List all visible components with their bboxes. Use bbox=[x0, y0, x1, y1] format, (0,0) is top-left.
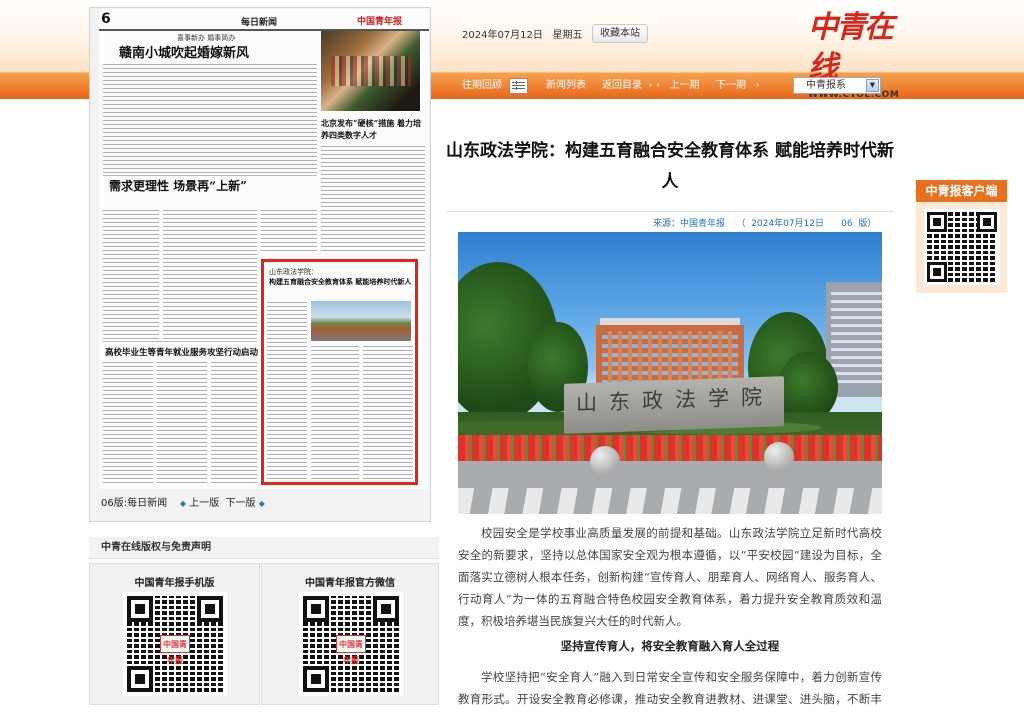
nav-news-list[interactable]: 新闻列表 bbox=[546, 72, 586, 99]
calendar-icon[interactable] bbox=[509, 78, 528, 94]
chevron-left-icon: ‹ bbox=[656, 80, 667, 91]
highlight-title[interactable]: 构建五育融合安全教育体系 赋能培养时代新人 bbox=[269, 277, 415, 286]
date-page: （ 2024年07月12日 06 版） bbox=[736, 219, 877, 229]
article-paragraph: 学校坚持把“安全育人”融入到日常安全宣传和安全服务保障中，着力创新宣传教育形式。… bbox=[458, 670, 882, 706]
qr-logo: 中国青年报 bbox=[160, 635, 190, 665]
qr-left-title: 中国青年报手机版 bbox=[134, 578, 215, 589]
page-column: 每日新闻 bbox=[241, 18, 278, 28]
article-subheading: 坚持宣传育人，将安全教育融入育人全过程 bbox=[560, 639, 780, 653]
triangle-right-icon: ◆ bbox=[258, 499, 265, 508]
article-text-block bbox=[267, 301, 307, 479]
qr-code-image: 中国青年报 bbox=[299, 592, 403, 696]
nav-next-issue-label: 下一期 bbox=[716, 80, 746, 91]
qr-logo: 中国青年报 bbox=[336, 635, 366, 665]
divider bbox=[103, 341, 257, 342]
paper-select[interactable]: 中青报系 ▼ bbox=[793, 77, 881, 94]
client-app-box[interactable]: 中青报客户端 bbox=[916, 180, 1007, 293]
article-text-block bbox=[363, 345, 413, 479]
date-display: 2024年07月12日 星期五 bbox=[462, 26, 582, 41]
qr-code-image bbox=[924, 209, 1000, 285]
nav-back-label: 返回目录 bbox=[602, 80, 642, 91]
headline-main[interactable]: 赣南小城吹起婚嫁新风 bbox=[119, 42, 249, 61]
headline-4[interactable]: 北京发布“硬核”措施 着力培养四类数字人才 bbox=[321, 117, 425, 141]
bookmark-button[interactable]: 收藏本站 bbox=[592, 24, 648, 43]
mobile-qr-panel: 中国青年报手机版 中国青年报 bbox=[89, 563, 260, 705]
crosswalk bbox=[458, 488, 882, 514]
qr-right-title: 中国青年报官方微信 bbox=[305, 578, 395, 589]
article-text-block bbox=[311, 345, 359, 479]
highlight-photo bbox=[311, 301, 411, 341]
highlight-kicker: 山东政法学院： bbox=[269, 268, 318, 276]
date: 2024年07月12日 bbox=[462, 30, 543, 41]
newspaper-page[interactable]: 6 每日新闻 中国青年报 喜事新办 婚事简办 赣南小城吹起婚嫁新风 北京发布“硬… bbox=[99, 9, 429, 489]
article-title: 山东政法学院：构建五育融合安全教育体系 赋能培养时代新人 bbox=[446, 141, 894, 192]
masthead-mini: 中国青年报 bbox=[357, 17, 403, 27]
nav-prev-issue-label: 上一期 bbox=[669, 80, 700, 91]
copyright-disclaimer-link[interactable]: 中青在线版权与免责声明 bbox=[89, 537, 439, 559]
qr-code-image: 中国青年报 bbox=[123, 592, 227, 696]
article-text-block bbox=[163, 209, 257, 339]
article-photo: 山东政法学院 bbox=[458, 232, 882, 514]
next-page-link[interactable]: 下一版 bbox=[226, 498, 256, 509]
chevron-right-icon: › bbox=[749, 80, 760, 91]
news-photo bbox=[321, 31, 420, 111]
article-text-block bbox=[103, 63, 317, 173]
site-logo[interactable]: 中青在线 WWW.CYOL.COM bbox=[808, 8, 899, 100]
article-text-block bbox=[321, 145, 425, 251]
triangle-right-icon: ◆ bbox=[179, 499, 186, 508]
chevron-down-icon: ▼ bbox=[866, 79, 879, 92]
article-text-block bbox=[157, 361, 207, 485]
client-title: 中青报客户端 bbox=[916, 180, 1007, 202]
nav-prev-date[interactable]: 往期回顾 bbox=[462, 72, 502, 99]
page-number: 6 bbox=[101, 11, 111, 27]
nav-back-to-index[interactable]: 返回目录 › bbox=[602, 72, 652, 99]
divider bbox=[446, 211, 894, 212]
stone-ball bbox=[590, 446, 620, 476]
headline-2[interactable]: 需求更理性 场景再“上新” bbox=[109, 177, 247, 194]
article-paragraph: 校园安全是学校事业高质量发展的前提和基础。山东政法学院立足新时代高校安全的新要求… bbox=[458, 526, 882, 628]
wechat-qr-panel: 中国青年报官方微信 中国青年报 bbox=[261, 563, 439, 705]
page-footer-label: 06版:每日新闻 bbox=[101, 498, 168, 509]
article-text-block bbox=[211, 361, 257, 485]
stone-ball bbox=[764, 442, 794, 472]
paper-select-value: 中青报系 bbox=[806, 80, 846, 91]
headline-3[interactable]: 高校毕业生等青年就业服务攻坚行动启动 bbox=[105, 346, 258, 358]
nav-prev-issue[interactable]: ‹ 上一期 bbox=[656, 72, 700, 99]
chevron-right-icon: › bbox=[645, 80, 653, 91]
article-text-block bbox=[261, 209, 317, 253]
flowerbed bbox=[458, 435, 882, 461]
article-text-block bbox=[103, 209, 159, 339]
source-label: 来源：中国青年报 bbox=[653, 219, 726, 229]
weekday: 星期五 bbox=[552, 30, 583, 41]
logo-text: 中青在线 bbox=[808, 10, 894, 85]
page-footer: 06版:每日新闻 ◆ 上一版 下一版 ◆ bbox=[101, 494, 265, 509]
article-text-block bbox=[103, 361, 153, 485]
article-source: 来源：中国青年报 （ 2024年07月12日 06 版） bbox=[653, 216, 876, 229]
prev-page-link[interactable]: 上一版 bbox=[189, 498, 219, 509]
nav-next-issue[interactable]: 下一期 › bbox=[716, 72, 760, 99]
divider bbox=[103, 175, 317, 176]
